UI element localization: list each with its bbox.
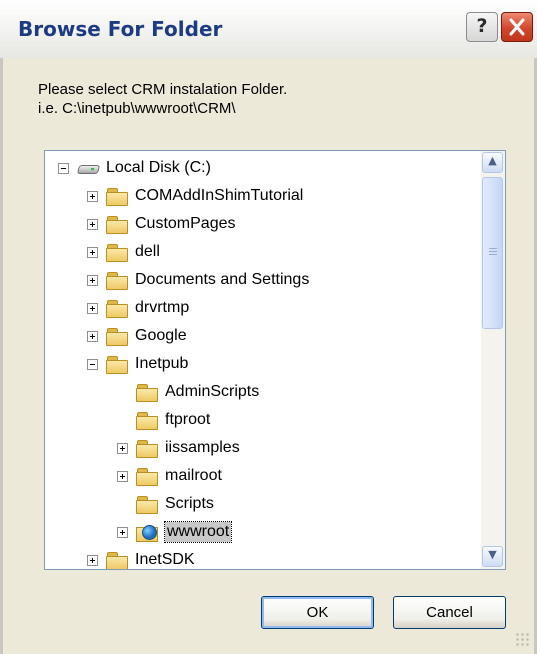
expand-icon[interactable] [87, 274, 98, 286]
expand-icon[interactable] [87, 302, 98, 314]
expand-icon[interactable] [87, 246, 98, 258]
title-bar[interactable]: Browse For Folder ? [0, 0, 537, 59]
expand-icon[interactable] [87, 218, 98, 230]
chevron-down-icon: ▼ [488, 548, 497, 561]
tree-item-local-disk[interactable]: Local Disk (C:) [58, 156, 213, 180]
tree-item-wwwroot[interactable]: wwwroot [117, 520, 233, 544]
expand-icon[interactable] [117, 470, 128, 482]
scroll-up-button[interactable]: ▲ [482, 152, 503, 173]
window-title: Browse For Folder [18, 17, 223, 41]
tree-item-label-selected: wwwroot [163, 521, 233, 543]
expand-icon[interactable] [87, 554, 98, 566]
collapse-icon[interactable] [58, 162, 69, 174]
expand-icon[interactable] [117, 526, 128, 538]
tree-item-label: Scripts [165, 495, 214, 512]
tree-item-label: drvrtmp [135, 299, 190, 316]
folder-icon [106, 327, 128, 346]
close-button[interactable] [501, 12, 533, 42]
tree-item-label: InetSDK [135, 551, 195, 568]
tree-item-comaddinshimtutorial[interactable]: COMAddInShimTutorial [87, 184, 305, 208]
grip-icon [489, 248, 497, 249]
instruction-text: Please select CRM instalation Folder. i.… [38, 80, 287, 118]
folder-icon [136, 439, 158, 458]
tree-item-label: Inetpub [135, 355, 189, 372]
folder-icon [106, 271, 128, 290]
folder-icon [106, 215, 128, 234]
tree-item-label: AdminScripts [165, 383, 260, 400]
tree-item-custompages[interactable]: CustomPages [87, 212, 238, 236]
help-icon: ? [476, 15, 488, 37]
close-icon [509, 18, 525, 36]
folder-icon [136, 383, 158, 402]
expand-icon[interactable] [87, 330, 98, 342]
tree-item-dell[interactable]: dell [87, 240, 162, 264]
tree-item-documents-and-settings[interactable]: Documents and Settings [87, 268, 311, 292]
resize-grip-icon[interactable] [515, 632, 529, 646]
help-button[interactable]: ? [466, 12, 498, 42]
folder-icon [106, 243, 128, 262]
tree-item-label: Documents and Settings [135, 271, 310, 288]
tree-item-adminscripts[interactable]: AdminScripts [117, 380, 261, 404]
folder-icon [136, 411, 158, 430]
tree-item-iissamples[interactable]: iissamples [117, 436, 242, 460]
tree-item-label: Google [135, 327, 187, 344]
tree-item-scripts[interactable]: Scripts [117, 492, 216, 516]
folder-icon [106, 355, 128, 374]
tree-item-google[interactable]: Google [87, 324, 189, 348]
folder-icon [106, 299, 128, 318]
tree-item-label: mailroot [165, 467, 222, 484]
folder-icon [136, 467, 158, 486]
tree-item-label: Local Disk (C:) [106, 159, 211, 176]
scroll-down-button[interactable]: ▼ [482, 546, 503, 567]
expand-icon[interactable] [87, 190, 98, 202]
expand-icon[interactable] [117, 442, 128, 454]
drive-icon [77, 160, 99, 177]
instruction-line-1: Please select CRM instalation Folder. [38, 81, 288, 98]
tree-item-label: CustomPages [135, 215, 236, 232]
tree-item-ftproot[interactable]: ftproot [117, 408, 212, 432]
tree-item-label: COMAddInShimTutorial [135, 187, 304, 204]
tree-item-drvrtmp[interactable]: drvrtmp [87, 296, 191, 320]
scroll-thumb[interactable] [482, 177, 503, 329]
chevron-up-icon: ▲ [488, 154, 497, 167]
tree-item-label: dell [135, 243, 160, 260]
tree-item-inetpub[interactable]: Inetpub [87, 352, 190, 376]
tree-item-inetsdk[interactable]: InetSDK [87, 548, 197, 569]
folder-tree[interactable]: Local Disk (C:) COMAddInShimTutorial Cus… [44, 150, 506, 570]
tree-item-label: ftproot [165, 411, 211, 428]
web-folder-icon [136, 523, 160, 542]
vertical-scrollbar[interactable]: ▲ ▼ [481, 151, 505, 569]
tree-item-mailroot[interactable]: mailroot [117, 464, 224, 488]
folder-icon [106, 551, 128, 569]
folder-icon [106, 187, 128, 206]
ok-button[interactable]: OK [261, 596, 374, 629]
instruction-line-2: i.e. C:\inetpub\wwwroot\CRM\ [38, 100, 236, 117]
folder-icon [136, 495, 158, 514]
cancel-button[interactable]: Cancel [393, 596, 506, 629]
browse-for-folder-dialog: Browse For Folder ? Please select CRM in… [0, 0, 537, 654]
tree-item-label: iissamples [165, 439, 240, 456]
collapse-icon[interactable] [87, 358, 98, 370]
